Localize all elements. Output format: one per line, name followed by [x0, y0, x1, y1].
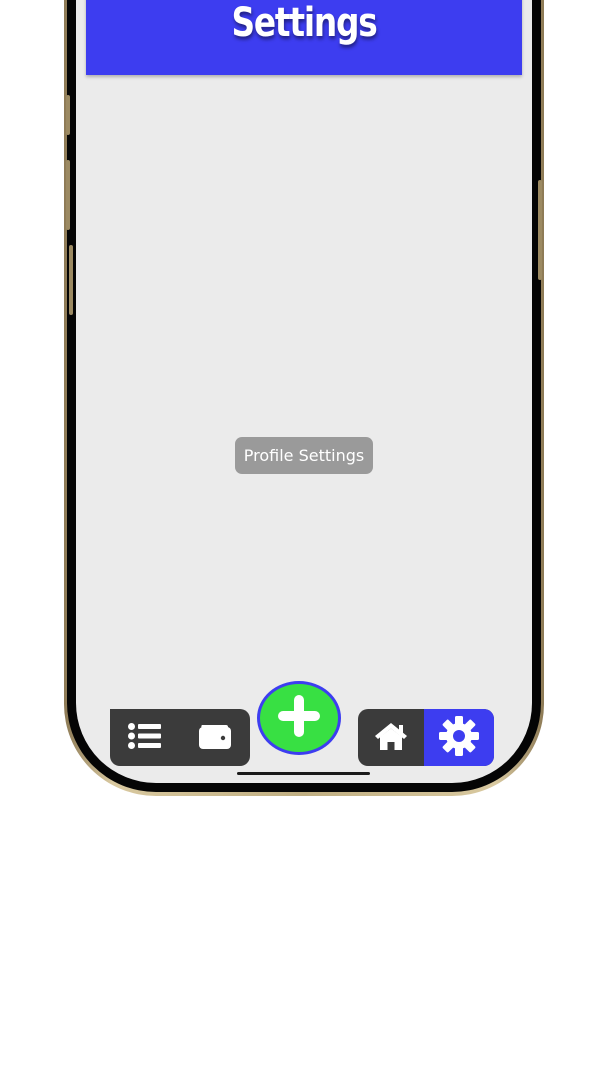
phone-side-button: [66, 95, 70, 135]
app-screen: Settings Profile Settings: [76, 0, 532, 783]
nav-item-home[interactable]: [358, 709, 424, 766]
bottom-nav-left: [110, 709, 250, 766]
bottom-nav-right: [358, 709, 494, 766]
gear-icon: [437, 714, 481, 762]
wallet-icon: [198, 722, 232, 754]
nav-item-wallet[interactable]: [180, 709, 250, 766]
phone-side-button: [69, 245, 73, 315]
phone-side-button: [538, 180, 542, 280]
plus-icon: [276, 693, 322, 743]
app-header: Settings: [86, 0, 522, 75]
page-title: Settings: [231, 0, 378, 46]
add-button[interactable]: [257, 681, 341, 755]
device-stage: Settings Profile Settings: [0, 0, 608, 1080]
list-icon: [128, 722, 162, 753]
profile-settings-button[interactable]: Profile Settings: [235, 437, 373, 474]
home-indicator: [237, 772, 370, 775]
nav-item-list[interactable]: [110, 709, 180, 766]
nav-item-settings[interactable]: [424, 709, 494, 766]
phone-side-button: [66, 160, 70, 230]
home-icon: [373, 721, 409, 755]
